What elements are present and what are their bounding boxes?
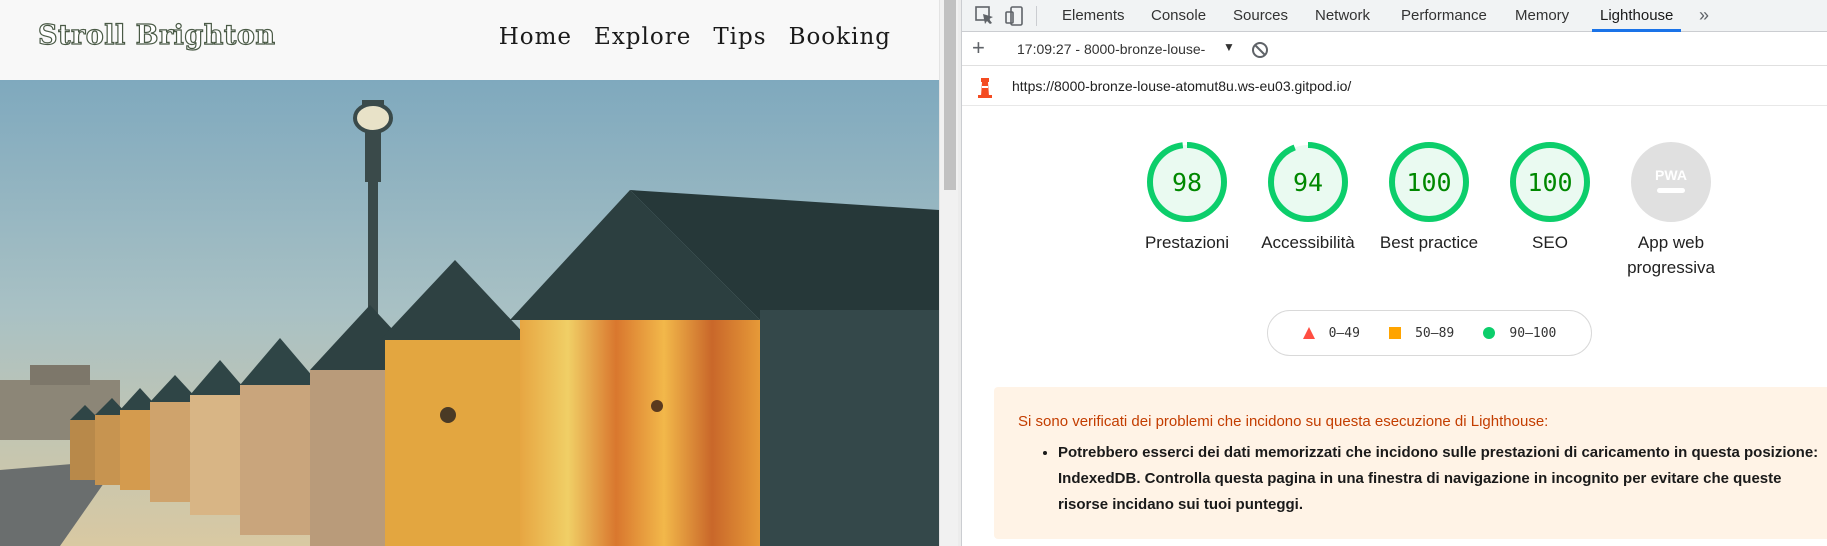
tab-memory[interactable]: Memory xyxy=(1515,0,1569,32)
square-icon xyxy=(1389,327,1402,339)
toolbar-divider xyxy=(1036,6,1037,26)
warning-line: risorse incidano sui tuoi punteggi. xyxy=(1058,496,1304,513)
triangle-icon xyxy=(1302,327,1315,339)
site-nav: Home Explore Tips Booking xyxy=(499,24,891,50)
gauge-label: App web progressiva xyxy=(1606,230,1736,280)
lighthouse-icon xyxy=(978,78,992,98)
pwa-label-line1: App web xyxy=(1637,233,1705,252)
gauge-seo[interactable]: 100 SEO xyxy=(1485,140,1615,255)
page-scrollbar-thumb[interactable] xyxy=(944,0,956,190)
score-value: 94 xyxy=(1293,168,1323,197)
devtools-tab-bar: Elements Console Sources Network Perform… xyxy=(962,0,1827,32)
page-scrollbar[interactable] xyxy=(939,0,958,546)
legend-label: 50–89 xyxy=(1415,325,1455,341)
gauge-accessibility[interactable]: 94 Accessibilità xyxy=(1243,140,1373,255)
pwa-badge-text: PWA xyxy=(1655,167,1687,183)
gauge-label: Prestazioni xyxy=(1144,233,1230,252)
runtime-warning: Si sono verificati dei problemi che inci… xyxy=(994,387,1827,539)
gauge-label: Best practice xyxy=(1379,233,1479,252)
warning-list: Potrebbero esserci dei dati memorizzati … xyxy=(1058,440,1827,518)
score-ring: 100 xyxy=(1389,142,1469,222)
score-gauges: 98 Prestazioni 94 Accessibilità 100 Best… xyxy=(962,106,1827,306)
tab-elements[interactable]: Elements xyxy=(1062,0,1125,32)
circle-icon xyxy=(1483,327,1496,339)
score-value: 98 xyxy=(1172,168,1202,197)
lighthouse-toolbar: + 17:09:27 - 8000-bronze-louse- ▼ xyxy=(962,32,1827,66)
hero-image xyxy=(0,80,939,546)
gauge-best-practices[interactable]: 100 Best practice xyxy=(1364,140,1494,255)
clear-reports-icon[interactable] xyxy=(1251,41,1269,59)
legend-pass: 90–100 xyxy=(1483,326,1556,341)
chevron-down-icon[interactable]: ▼ xyxy=(1223,40,1235,54)
tab-performance[interactable]: Performance xyxy=(1401,0,1487,32)
legend-label: 0–49 xyxy=(1328,325,1360,341)
tab-lighthouse[interactable]: Lighthouse xyxy=(1591,0,1682,32)
warning-line: IndexedDB. Controlla questa pagina in un… xyxy=(1058,470,1782,487)
lighthouse-url-bar: https://8000-bronze-louse-atomut8u.ws-eu… xyxy=(962,66,1827,106)
report-selector[interactable]: 17:09:27 - 8000-bronze-louse- xyxy=(1017,41,1205,57)
devtools-panel: Elements Console Sources Network Perform… xyxy=(962,0,1827,546)
legend-fail: 0–49 xyxy=(1302,325,1360,341)
warning-item: Potrebbero esserci dei dati memorizzati … xyxy=(1058,440,1827,518)
inspect-element-icon[interactable] xyxy=(974,5,996,27)
audited-url[interactable]: https://8000-bronze-louse-atomut8u.ws-eu… xyxy=(1012,78,1351,94)
nav-booking[interactable]: Booking xyxy=(789,24,891,50)
warning-title: Si sono verificati dei problemi che inci… xyxy=(1018,413,1549,430)
gauge-label: SEO xyxy=(1532,233,1568,252)
tab-console[interactable]: Console xyxy=(1151,0,1206,32)
site-brand[interactable]: Stroll Brighton xyxy=(37,19,275,51)
more-tabs-icon[interactable]: » xyxy=(1699,0,1709,32)
gauge-pwa[interactable]: PWA App web progressiva xyxy=(1606,140,1736,280)
tab-network[interactable]: Network xyxy=(1315,0,1370,32)
legend-average: 50–89 xyxy=(1389,326,1454,341)
legend-label: 90–100 xyxy=(1509,325,1557,341)
nav-explore[interactable]: Explore xyxy=(594,24,691,50)
pwa-badge-icon: PWA xyxy=(1631,142,1711,222)
score-value: 100 xyxy=(1527,168,1572,197)
nav-home[interactable]: Home xyxy=(499,24,572,50)
score-ring: 98 xyxy=(1147,142,1227,222)
score-legend: 0–49 50–89 90–100 xyxy=(1267,310,1592,356)
tab-sources[interactable]: Sources xyxy=(1233,0,1288,32)
site-header: Stroll Brighton Home Explore Tips Bookin… xyxy=(0,0,939,80)
nav-tips[interactable]: Tips xyxy=(713,24,766,50)
warning-line: Potrebbero esserci dei dati memorizzati … xyxy=(1058,444,1819,461)
score-ring: 100 xyxy=(1510,142,1590,222)
pwa-label-line2: progressiva xyxy=(1627,258,1715,277)
new-report-icon[interactable]: + xyxy=(972,35,985,61)
website-viewport: Stroll Brighton Home Explore Tips Bookin… xyxy=(0,0,939,546)
gauge-label: Accessibilità xyxy=(1261,233,1355,252)
gauge-performance[interactable]: 98 Prestazioni xyxy=(1122,140,1252,255)
score-ring: 94 xyxy=(1268,142,1348,222)
device-toolbar-icon[interactable] xyxy=(1004,5,1026,27)
score-value: 100 xyxy=(1406,168,1451,197)
